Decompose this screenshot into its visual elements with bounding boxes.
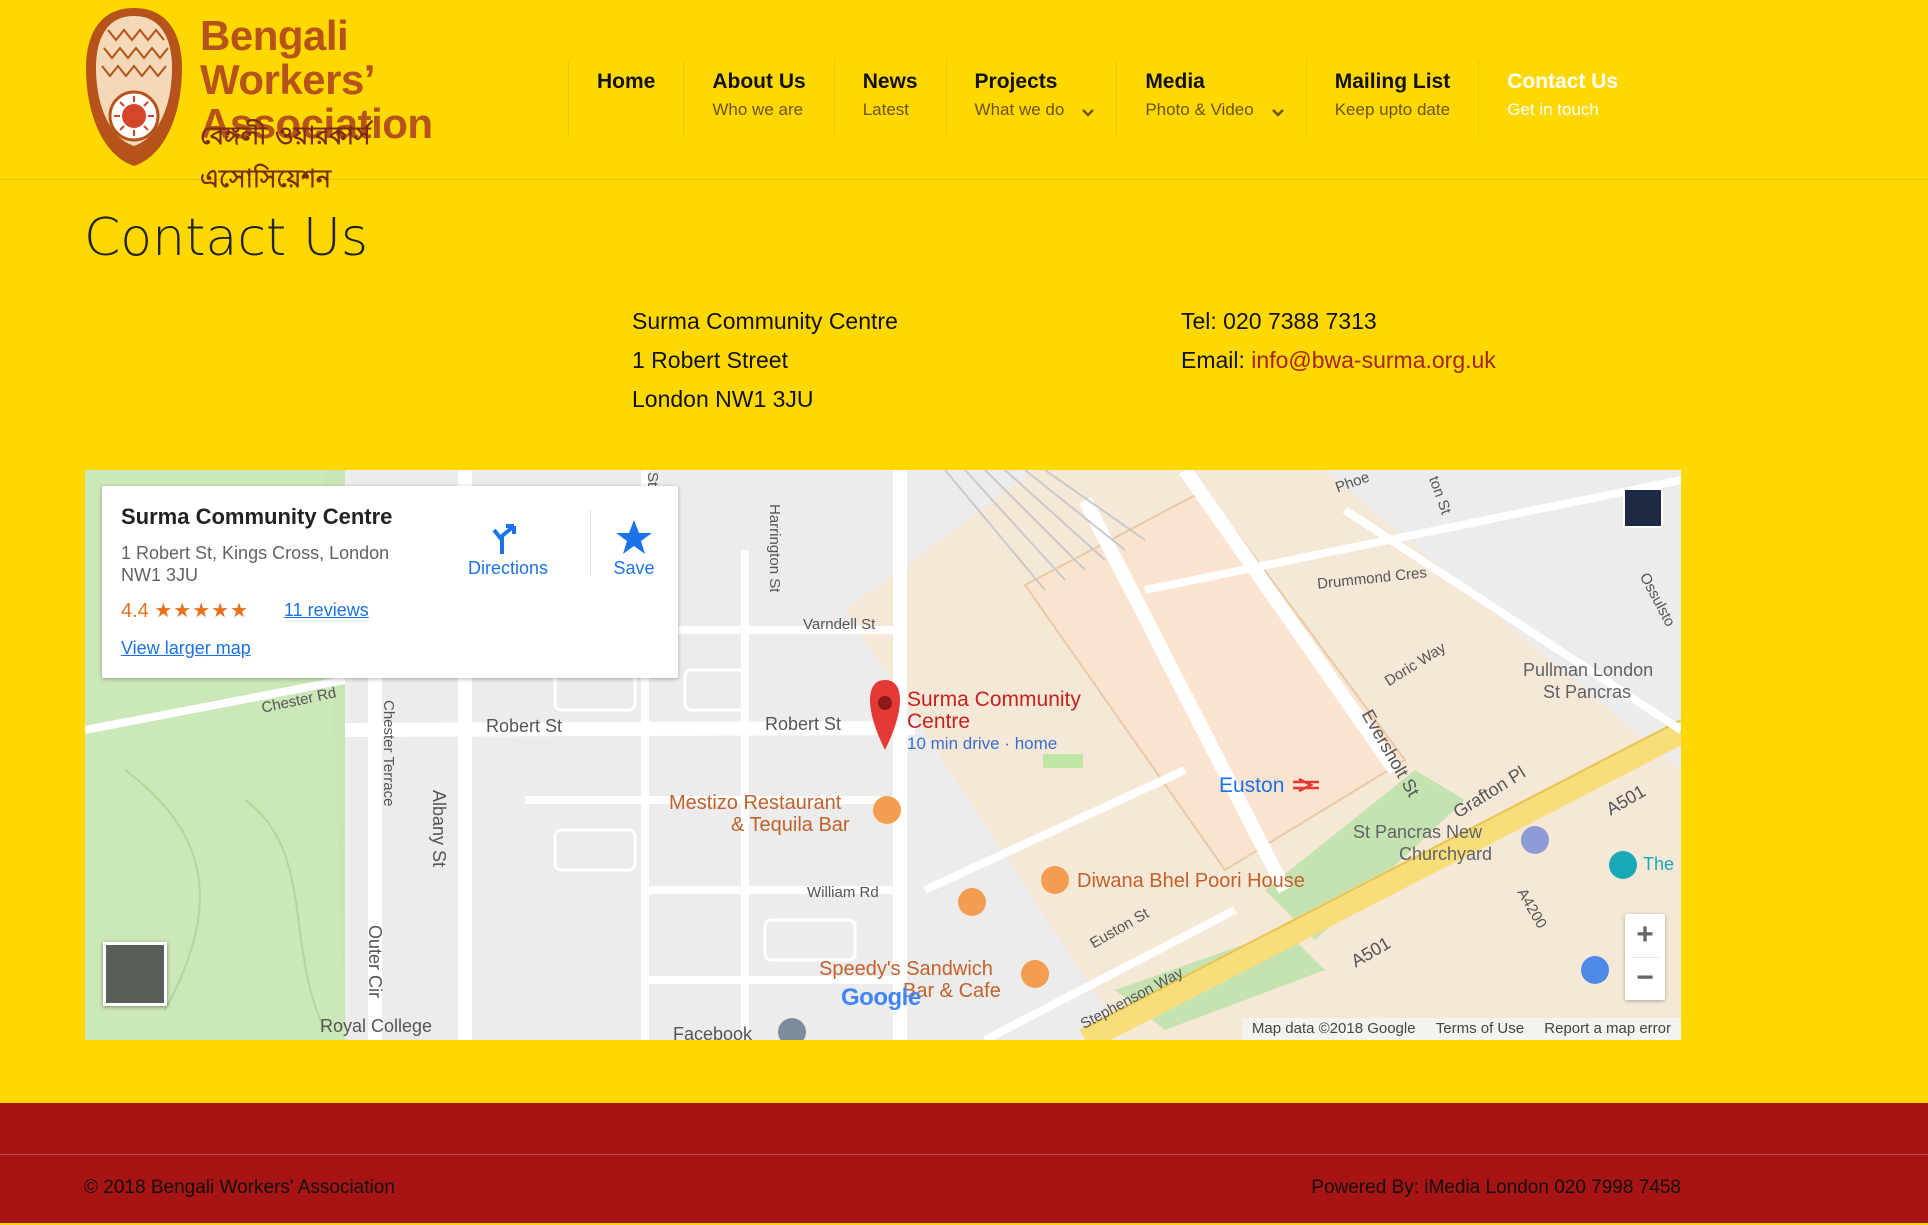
map-label: Robert St <box>765 714 842 734</box>
copyright: © 2018 Bengali Workers' Association <box>84 1177 395 1198</box>
place-rating: 4.4 ★★★★★ <box>121 598 249 623</box>
place-address: 1 Robert St, Kings Cross, London NW1 3JU <box>121 543 390 585</box>
email-link[interactable]: info@bwa-surma.org.uk <box>1251 347 1496 373</box>
nav-label: Home <box>597 70 656 93</box>
page-title: Contact Us <box>84 208 368 268</box>
site-header: Bengali Workers’ Association বেঙ্গলী ওয়… <box>0 0 1928 193</box>
logo-subtitle-bengali: বেঙ্গলী ওয়ারকার্স এসোসিয়েশন <box>200 121 371 193</box>
place-name: Surma Community Centre <box>121 504 393 529</box>
map-label: Varndell St <box>803 616 876 633</box>
map-label: Diwana Bhel Poori House <box>1077 870 1305 892</box>
nav-label: Media <box>1145 70 1205 93</box>
rail-icon <box>1293 778 1319 793</box>
powered-by[interactable]: Powered By: iMedia London 020 7998 7458 <box>1311 1177 1681 1199</box>
nav-sublabel: Keep upto date <box>1334 100 1451 119</box>
nav-label: News <box>862 70 918 93</box>
contact-details: Tel: 020 7388 7313 Email: info@bwa-surma… <box>1181 302 1496 380</box>
footer-top-band <box>0 1103 1928 1155</box>
map-attribution: Map data ©2018 Google Terms of Use Repor… <box>1241 1018 1681 1040</box>
email-label: Email: <box>1181 347 1252 373</box>
star-rating-icon: ★★★★★ <box>154 600 250 622</box>
nav-sublabel: What we do <box>974 100 1065 119</box>
nav-sublabel: Photo & Video <box>1145 100 1254 119</box>
nav-sublabel: Latest <box>862 100 909 119</box>
address-line: 1 Robert Street <box>632 347 788 373</box>
map-label: Chester Terrace <box>380 700 397 807</box>
site-logo[interactable]: Bengali Workers’ Association বেঙ্গলী ওয়… <box>84 4 504 193</box>
map-data-text: Map data ©2018 Google <box>1251 1020 1416 1037</box>
address-line: London NW1 3JU <box>632 386 814 412</box>
embedded-map[interactable]: Robert St Robert St Albany St Chester Te… <box>85 470 1681 1040</box>
terms-link[interactable]: Terms of Use <box>1436 1020 1524 1037</box>
map-label: & Tequila Bar <box>731 814 850 836</box>
map-label: Harrington St <box>766 504 783 593</box>
email-row: Email: info@bwa-surma.org.uk <box>1181 341 1496 380</box>
main-nav: Home About Us Who we are News Latest Pro… <box>568 60 1646 136</box>
directions-icon <box>492 524 516 554</box>
nav-item-home[interactable]: Home <box>568 60 683 136</box>
map-label: Euston <box>1219 774 1285 797</box>
map-label: St <box>644 472 661 487</box>
site-footer: © 2018 Bengali Workers' Association Powe… <box>0 1155 1928 1223</box>
directions-label: Directions <box>467 558 549 578</box>
map-label: Royal College <box>320 1016 433 1036</box>
nav-item-about-us[interactable]: About Us Who we are <box>683 60 833 136</box>
map-label: Outer Cir <box>365 925 385 999</box>
map-label: William Rd <box>807 884 879 901</box>
map-label: The <box>1643 854 1675 874</box>
map-label: Centre <box>907 710 971 733</box>
map-label: St Pancras New <box>1353 822 1483 842</box>
map-label: Pullman London <box>1523 660 1654 680</box>
telephone: Tel: 020 7388 7313 <box>1181 308 1377 334</box>
map-label: Mestizo Restaurant <box>669 792 842 814</box>
nav-label: Mailing List <box>1334 70 1451 93</box>
save-label: Save <box>613 558 655 578</box>
nav-sublabel: Get in touch <box>1507 100 1599 119</box>
user-avatar[interactable] <box>1623 488 1663 528</box>
map-label: St Pancras <box>1543 682 1632 702</box>
satellite-toggle[interactable] <box>103 942 167 1006</box>
report-error-link[interactable]: Report a map error <box>1544 1020 1671 1037</box>
chevron-down-icon[interactable] <box>1080 104 1096 120</box>
postal-address: Surma Community Centre 1 Robert Street L… <box>632 302 898 419</box>
map-label: Albany St <box>429 790 449 868</box>
nav-label: Projects <box>974 70 1058 93</box>
zoom-in-button[interactable]: + <box>1625 914 1665 957</box>
nav-item-mailing-list[interactable]: Mailing List Keep upto date <box>1305 60 1479 136</box>
map-label: Surma Community <box>907 688 1081 711</box>
map-label: 10 min drive · home <box>907 734 1058 753</box>
map-label: Churchyard <box>1399 844 1493 864</box>
save-button[interactable]: Save <box>584 516 684 579</box>
address-line: Surma Community Centre <box>632 308 898 334</box>
reviews-link[interactable]: 11 reviews <box>284 600 369 621</box>
nav-item-projects[interactable]: Projects What we do <box>945 60 1117 136</box>
nav-label: Contact Us <box>1507 70 1619 93</box>
map-label: Robert St <box>486 716 563 736</box>
zoom-controls: + − <box>1625 914 1665 1000</box>
logo-title-line1: Bengali Workers’ <box>200 12 375 103</box>
nav-item-contact-us[interactable]: Contact Us Get in touch <box>1478 60 1646 136</box>
google-logo-text: Google <box>841 984 921 1011</box>
directions-button[interactable]: Directions <box>458 516 558 579</box>
view-larger-map-link[interactable]: View larger map <box>121 638 251 659</box>
zoom-out-button[interactable]: − <box>1625 957 1665 1000</box>
google-logo: Google <box>841 984 921 1012</box>
place-info-card: Surma Community Centre 1 Robert St, King… <box>102 486 678 678</box>
chevron-down-icon[interactable] <box>1270 104 1286 120</box>
nav-label: About Us <box>712 70 806 93</box>
nav-item-news[interactable]: News Latest <box>833 60 946 136</box>
logo-badge-icon <box>86 8 182 166</box>
map-label: Speedy's Sandwich <box>819 958 993 980</box>
nav-sublabel: Who we are <box>712 100 804 119</box>
nav-item-media[interactable]: Media Photo & Video <box>1116 60 1305 136</box>
star-icon <box>616 520 652 554</box>
rating-value: 4.4 <box>121 600 149 622</box>
map-label: Facebook <box>673 1024 753 1040</box>
